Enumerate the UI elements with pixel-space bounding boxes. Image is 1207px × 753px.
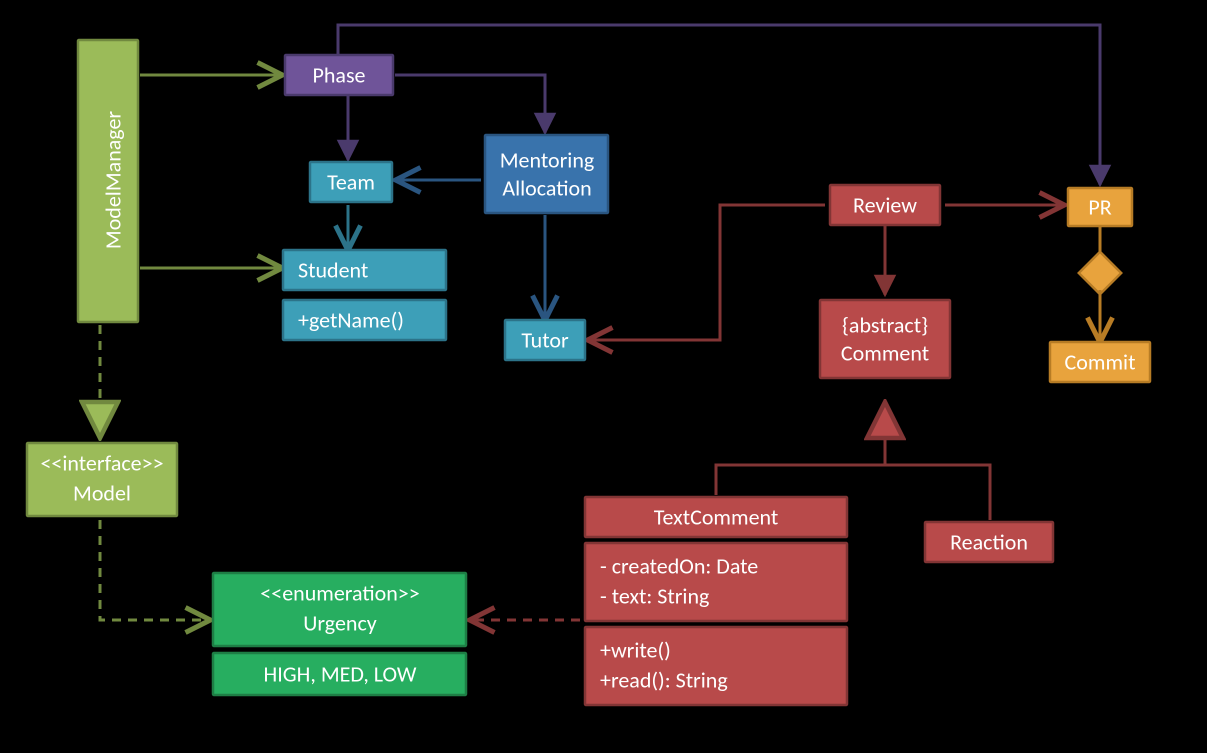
edge-phase-mentoring [395,75,545,133]
modelmanager-label: ModelManager [99,111,126,250]
edge-model-urgency [100,520,208,620]
phase-label: Phase [312,61,365,88]
comment-l2: Comment [841,339,929,366]
textcomment-m1: +write() [600,636,671,663]
commit-label: Commit [1065,348,1136,375]
pr-label: PR [1088,193,1111,220]
uml-diagram: ModelManager <<interface>> Model <<enume… [0,0,1207,753]
edge-phase-pr [338,25,1100,185]
team-label: Team [327,168,375,195]
tutor-label: Tutor [521,326,569,353]
textcomment-m2: +read(): String [600,666,728,693]
mentoring-l2: Allocation [502,174,591,201]
model-stereotype: <<interface>> [40,449,163,476]
student-label: Student [298,256,368,283]
edge-textcomment-comment [716,405,885,495]
textcomment-label: TextComment [654,503,779,530]
edge-reaction-comment [885,465,990,520]
mentoring-l1: Mentoring [500,146,595,173]
textcomment-attr1: - createdOn: Date [600,552,758,579]
aggregation-diamond [1079,252,1121,294]
urgency-stereotype: <<enumeration>> [260,579,419,606]
review-label: Review [853,191,917,218]
textcomment-attr2: - text: String [600,582,709,609]
node-textcomment: TextComment - createdOn: Date - text: St… [585,497,847,705]
node-student: Student +getName() [283,250,446,340]
student-method: +getName() [298,306,404,333]
urgency-values: HIGH, MED, LOW [264,660,417,687]
comment-l1: {abstract} [842,311,928,338]
model-label: Model [73,479,131,506]
urgency-label: Urgency [303,609,376,636]
reaction-label: Reaction [950,528,1028,555]
edge-review-tutor [590,205,825,340]
node-urgency: <<enumeration>> Urgency HIGH, MED, LOW [213,573,466,695]
